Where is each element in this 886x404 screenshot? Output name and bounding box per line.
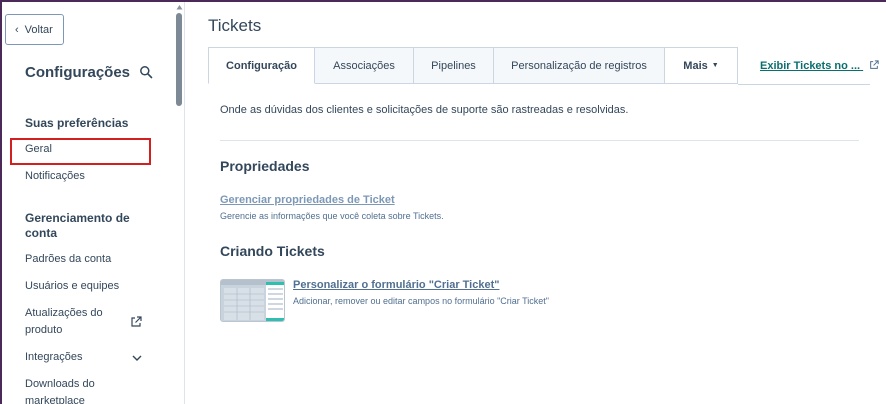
form-preview-thumbnail[interactable]	[220, 279, 285, 322]
properties-heading: Propriedades	[220, 158, 310, 174]
section-heading-account-line2: conta	[25, 226, 58, 240]
section-heading-preferences: Suas preferências	[25, 116, 129, 130]
tab-mais-label: Mais	[683, 59, 708, 72]
settings-sidebar: ‹ Voltar Configurações Suas preferências…	[2, 2, 185, 404]
form-preview-image	[221, 280, 284, 321]
section-heading-account-line1: Gerenciamento de	[25, 211, 130, 225]
manage-properties-link[interactable]: Gerenciar propriedades de Ticket	[220, 194, 395, 206]
page-title: Tickets	[208, 16, 262, 35]
back-button-label: Voltar	[24, 23, 53, 36]
main-content: Tickets Configuração Associações Pipelin…	[186, 2, 886, 404]
divider	[220, 140, 859, 141]
sidebar-item-atualizacoes-line2[interactable]: produto	[25, 322, 62, 339]
sidebar-item-usuarios[interactable]: Usuários e equipes	[25, 278, 119, 295]
tab-pipelines[interactable]: Pipelines	[414, 47, 494, 84]
customize-form-description: Adicionar, remover ou editar campos no f…	[293, 296, 549, 306]
sidebar-item-downloads[interactable]: Downloads do	[25, 376, 95, 393]
sidebar-item-padroes[interactable]: Padrões da conta	[25, 251, 111, 268]
sidebar-item-notificacoes[interactable]: Notificações	[25, 168, 85, 185]
tab-mais[interactable]: Mais ▼	[665, 47, 738, 84]
scroll-up-arrow-icon[interactable]	[176, 4, 183, 10]
chevron-left-icon: ‹	[15, 23, 19, 36]
manage-properties-description: Gerencie as informações que você coleta …	[220, 211, 444, 221]
search-icon[interactable]	[139, 65, 153, 79]
view-tickets-link-label: Exibir Tickets no ...	[760, 60, 861, 72]
tab-personalizacao[interactable]: Personalização de registros	[494, 47, 665, 84]
external-link-icon	[870, 60, 879, 69]
caret-down-icon: ▼	[711, 62, 719, 69]
external-link-icon[interactable]	[130, 316, 142, 328]
tab-associacoes[interactable]: Associações	[315, 47, 414, 84]
page-description: Onde as dúvidas dos clientes e solicitaç…	[220, 104, 629, 116]
sidebar-title: Configurações	[25, 64, 131, 81]
sidebar-item-atualizacoes[interactable]: Atualizações do	[25, 305, 103, 322]
tab-configuracao[interactable]: Configuração	[208, 47, 315, 84]
sidebar-scrollbar[interactable]	[176, 13, 182, 106]
view-tickets-link[interactable]: Exibir Tickets no ...	[760, 60, 879, 72]
creating-tickets-heading: Criando Tickets	[220, 243, 325, 259]
sidebar-item-geral[interactable]: Geral	[25, 141, 52, 158]
chevron-down-icon[interactable]	[131, 352, 143, 364]
back-button[interactable]: ‹ Voltar	[5, 14, 64, 45]
customize-form-link[interactable]: Personalizar o formulário "Criar Ticket"	[293, 279, 499, 291]
sidebar-item-downloads-line2[interactable]: marketplace	[25, 393, 85, 404]
tabs-divider	[738, 84, 870, 85]
sidebar-item-integracoes[interactable]: Integrações	[25, 349, 82, 366]
tab-bar: Configuração Associações Pipelines Perso…	[208, 47, 738, 84]
